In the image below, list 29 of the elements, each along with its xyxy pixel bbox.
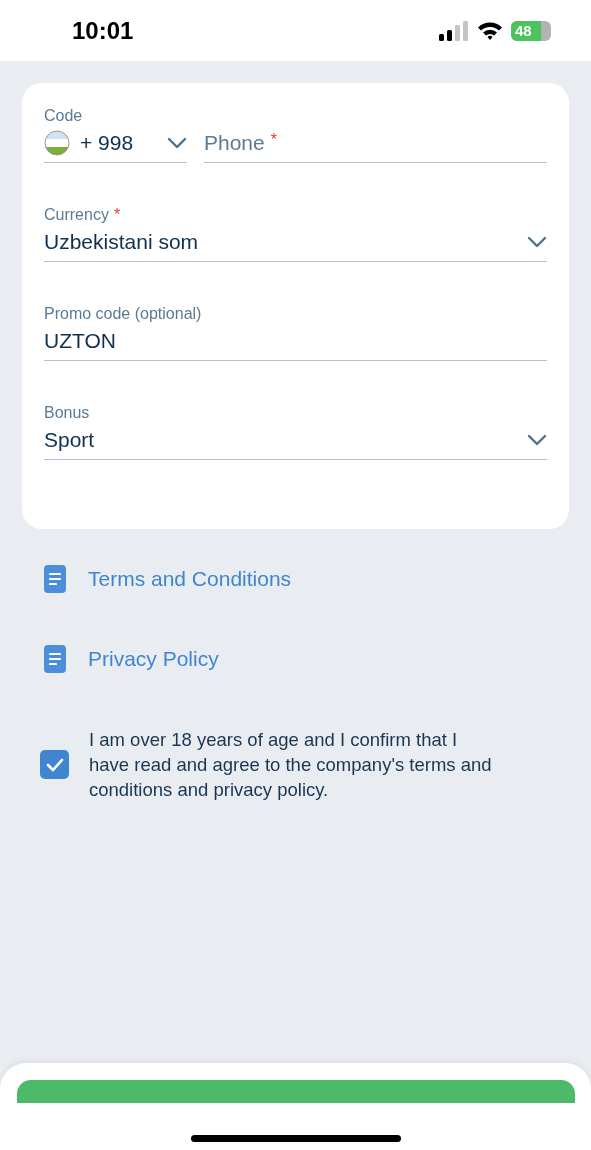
field-label: Code [44, 107, 83, 125]
field-value: Uzbekistani som [44, 230, 199, 254]
field-label: Promo code (optional) [44, 305, 202, 323]
input-field[interactable]: Promo code (optional) UZTON [44, 301, 547, 361]
signal-icon [439, 20, 469, 41]
consent-checkbox[interactable] [40, 750, 69, 779]
chevron-down-icon [167, 137, 187, 149]
placeholder-text: Phone [204, 131, 265, 155]
status-time: 10:01 [72, 16, 134, 45]
checkmark-icon [45, 757, 64, 772]
required-asterisk: * [113, 206, 121, 224]
field-value: Sport [44, 428, 95, 452]
document-icon [44, 565, 66, 593]
field-value: UZTON [44, 329, 116, 353]
document-icon [44, 645, 66, 673]
country-code-select[interactable]: Code + 998 [44, 103, 187, 163]
required-asterisk: * [270, 131, 277, 149]
select-field[interactable]: Bonus Sport [44, 400, 547, 460]
select-field[interactable]: Currency * Uzbekistani som [44, 202, 547, 262]
battery-icon: 48 [511, 20, 551, 41]
flag-icon [44, 130, 70, 156]
consent-text: I am over 18 years of age and I confirm that I have read and agree to the company's terms and conditions and privacy policy. [89, 728, 493, 802]
field-label: Bonus [44, 404, 90, 422]
chevron-down-icon [527, 236, 547, 248]
field-label: Currency [44, 206, 109, 224]
input-field[interactable]: Phone * [204, 103, 547, 163]
wifi-icon [477, 21, 503, 40]
chevron-down-icon [527, 434, 547, 446]
field-value: + 998 [80, 131, 135, 155]
